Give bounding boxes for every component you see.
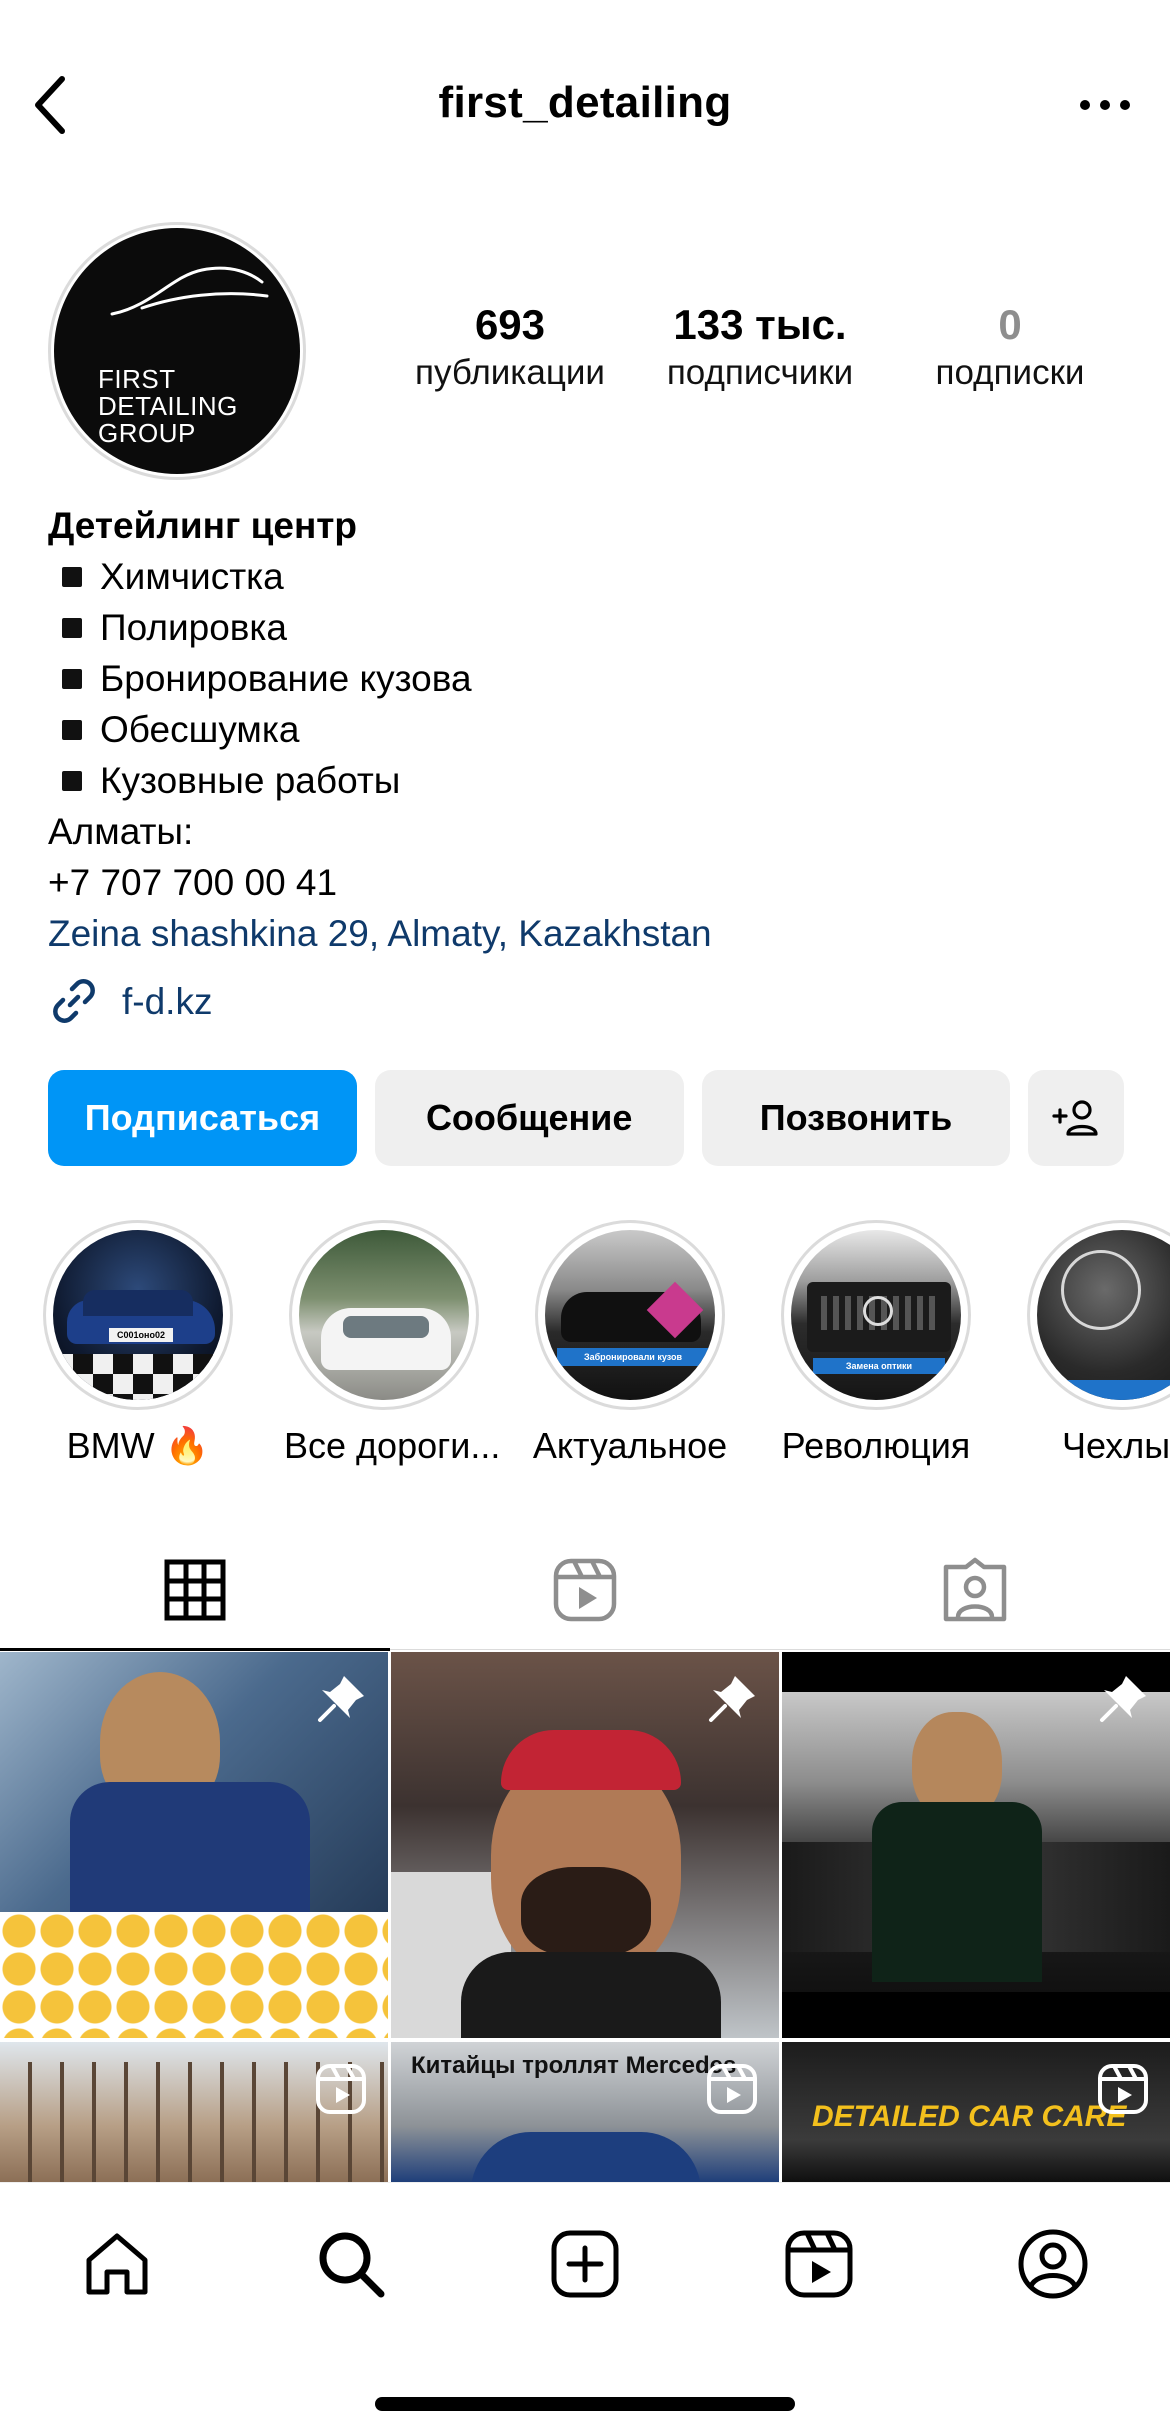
post-thumbnail[interactable]: [0, 2042, 388, 2182]
pin-icon: [1100, 1676, 1146, 1722]
highlight-ring: С001оно02: [43, 1220, 233, 1410]
square-bullet-icon: [62, 617, 82, 638]
highlight-label: Революция: [781, 1425, 971, 1466]
highlight-label: Чехлы: [1062, 1425, 1170, 1466]
highlight-item[interactable]: Замена оптики Революция: [776, 1220, 976, 1468]
reels-badge-icon: [316, 2064, 366, 2114]
suggested-accounts-button[interactable]: [1028, 1070, 1125, 1166]
highlight-ring: [289, 1220, 479, 1410]
home-icon: [86, 2233, 148, 2295]
highlight-cover-actual: Забронировали кузов: [545, 1230, 715, 1400]
profile-actions: Подписаться Сообщение Позвонить: [48, 1070, 1125, 1166]
pin-icon: [318, 1676, 364, 1722]
highlight-ring: Забронировали кузов: [535, 1220, 725, 1410]
call-button[interactable]: Позвонить: [701, 1070, 1011, 1166]
reels-badge-icon: [707, 2064, 757, 2114]
more-options-button[interactable]: [1070, 80, 1140, 130]
post-thumbnail[interactable]: DETAILED CAR CARE: [782, 2042, 1170, 2182]
tab-grid[interactable]: [0, 1530, 390, 1651]
follow-button[interactable]: Подписаться: [48, 1070, 357, 1166]
top-bar: first_detailing: [0, 0, 1170, 210]
highlight-label: Актуальное: [532, 1425, 728, 1466]
avatar[interactable]: FIRST DETAILING GROUP: [48, 222, 306, 480]
nav-reels[interactable]: [774, 2219, 864, 2309]
website-text: f-d.kz: [122, 980, 213, 1022]
avatar-logo: FIRST DETAILING GROUP: [54, 228, 300, 474]
post-thumbnail[interactable]: Китайцы троллят Mercedes: [391, 2042, 779, 2182]
profile-header: FIRST DETAILING GROUP 693 публикации 133…: [0, 220, 1170, 480]
stat-followers[interactable]: 133 тыс. подписчики: [650, 300, 870, 396]
ellipsis-icon: [1080, 100, 1130, 110]
grid-icon: [164, 1559, 226, 1621]
search-icon: [319, 2232, 385, 2298]
bio-phone: +7 707 700 00 41: [48, 862, 338, 903]
bio-item: Бронирование кузова: [48, 653, 1128, 704]
profile-icon: [1018, 2229, 1088, 2299]
create-icon: [551, 2230, 619, 2298]
profile-tabs: [0, 1530, 1170, 1651]
square-bullet-icon: [62, 668, 82, 689]
nav-home[interactable]: [72, 2219, 162, 2309]
bio-name: Детейлинг центр: [48, 505, 358, 546]
highlight-cover-revolution: Замена оптики: [791, 1230, 961, 1400]
add-person-icon: [1052, 1100, 1098, 1136]
pin-icon: [709, 1676, 755, 1722]
highlight-ring: Замена оптики: [781, 1220, 971, 1410]
reels-icon: [553, 1558, 617, 1622]
stat-posts-value: 693: [474, 301, 546, 348]
profile-stats: 693 публикации 133 тыс. подписчики 0 под…: [400, 300, 1120, 396]
square-bullet-icon: [62, 770, 82, 791]
post-thumbnail[interactable]: [0, 1652, 388, 2038]
reels-badge-icon: [1098, 2064, 1148, 2114]
avatar-logo-text: FIRST DETAILING GROUP: [98, 364, 238, 448]
link-icon: [53, 979, 95, 1023]
active-tab-indicator: [0, 1648, 390, 1651]
nav-create[interactable]: [540, 2219, 630, 2309]
stat-followers-label: подписчики: [666, 353, 854, 392]
home-indicator[interactable]: [375, 2397, 795, 2411]
tab-tagged[interactable]: [780, 1530, 1170, 1650]
tagged-person-icon: [943, 1557, 1007, 1622]
highlight-cover-all-roads: [299, 1230, 469, 1400]
bio-item: Полировка: [48, 602, 1128, 653]
car-silhouette-logo: [110, 266, 269, 316]
highlight-cover-bmw: С001оно02: [53, 1230, 223, 1400]
stat-following-value: 0: [998, 301, 1022, 348]
highlight-item[interactable]: Чехлы: [1022, 1220, 1170, 1468]
bio-city: Алматы:: [48, 811, 194, 852]
bio-item: Кузовные работы: [48, 755, 1128, 806]
stat-posts[interactable]: 693 публикации: [400, 300, 620, 396]
highlight-label: Все дороги...: [284, 1425, 501, 1466]
bio-item: Химчистка: [48, 551, 1128, 602]
stat-followers-value: 133 тыс.: [673, 301, 847, 348]
stat-posts-label: публикации: [415, 353, 605, 392]
story-highlights: С001оно02 BMW 🔥 Все дороги... Заброниров…: [0, 1220, 1170, 1480]
nav-search[interactable]: [306, 2219, 396, 2309]
post-grid: Китайцы троллят Mercedes DETAILED CAR CA…: [0, 1652, 1170, 2182]
post-caption: Китайцы троллят Mercedes: [411, 2052, 737, 2079]
tab-reels[interactable]: [390, 1530, 780, 1650]
highlight-item[interactable]: Забронировали кузов Актуальное: [530, 1220, 730, 1468]
highlight-item[interactable]: Все дороги...: [284, 1220, 501, 1468]
bottom-navigation: [0, 2182, 1170, 2430]
bio-website-link[interactable]: f-d.kz: [48, 975, 1128, 1027]
highlight-ring: [1027, 1220, 1170, 1410]
square-bullet-icon: [62, 566, 82, 587]
reels-icon: [785, 2230, 853, 2298]
message-button[interactable]: Сообщение: [374, 1070, 684, 1166]
highlight-item[interactable]: С001оно02 BMW 🔥: [38, 1220, 238, 1468]
bio-item: Обесшумка: [48, 704, 1128, 755]
square-bullet-icon: [62, 719, 82, 740]
profile-username: first_detailing: [438, 78, 732, 127]
profile-bio: Детейлинг центр Химчистка Полировка Брон…: [48, 500, 1128, 1027]
post-thumbnail[interactable]: [391, 1652, 779, 2038]
stat-following[interactable]: 0 подписки: [900, 300, 1120, 396]
stat-following-label: подписки: [935, 353, 1085, 392]
highlight-label: BMW 🔥: [66, 1425, 210, 1466]
nav-profile[interactable]: [1008, 2219, 1098, 2309]
post-caption: DETAILED CAR CARE: [812, 2100, 1127, 2133]
post-thumbnail[interactable]: [782, 1652, 1170, 2038]
highlight-cover-covers: [1037, 1230, 1170, 1400]
bio-location-link[interactable]: Zeina shashkina 29, Almaty, Kazakhstan: [48, 908, 1128, 959]
